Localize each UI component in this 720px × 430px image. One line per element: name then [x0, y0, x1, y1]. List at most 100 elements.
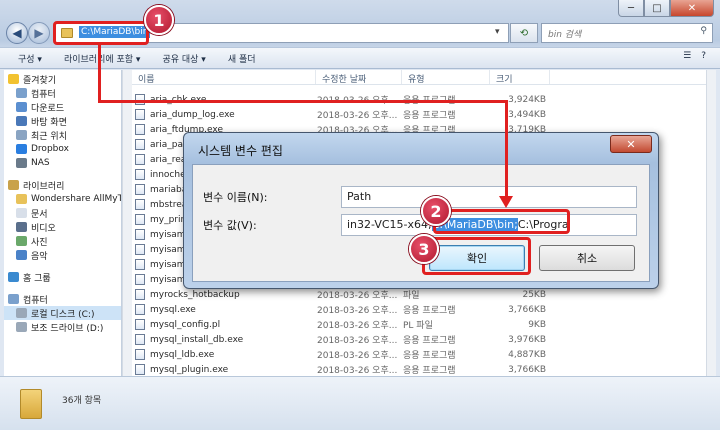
maximize-button[interactable]: □	[644, 0, 670, 17]
column-type[interactable]: 유형	[402, 70, 490, 85]
library-icon	[8, 180, 19, 190]
sidebar-favorites[interactable]: 즐겨찾기	[4, 72, 121, 86]
file-date: 2018-03-26 오후...	[317, 321, 398, 331]
navigation-pane: 즐겨찾기 컴퓨터 다운로드 바탕 화면 최근 위치 Dropbox NAS 라이…	[4, 70, 122, 376]
table-row[interactable]: mysql.exe 2018-03-26 오후... 응용 프로그램 3,766KB	[132, 302, 706, 317]
sidebar-item-desktop[interactable]: 바탕 화면	[4, 114, 121, 128]
cancel-button[interactable]: 취소	[539, 245, 635, 271]
file-name-cell: mysql_config.pl	[132, 319, 316, 330]
sidebar-item-documents[interactable]: 문서	[4, 206, 121, 220]
column-headers: 이름 수정한 날짜 유형 크기	[132, 70, 706, 85]
folder-icon	[16, 194, 27, 204]
folder-icon	[20, 389, 42, 419]
file-icon	[135, 334, 145, 345]
dialog-body: 변수 이름(N): Path 변수 값(V): in32-VC15-x64;C:…	[192, 164, 650, 282]
share-with-menu[interactable]: 공유 대상 ▾	[162, 52, 205, 65]
column-date[interactable]: 수정한 날짜	[316, 70, 402, 85]
file-size: 9KB	[528, 319, 546, 330]
help-icon[interactable]: ?	[701, 51, 706, 61]
file-size: 25KB	[522, 289, 546, 300]
file-icon	[135, 139, 145, 150]
file-icon	[135, 304, 145, 315]
table-row[interactable]: mysql_ldb.exe 2018-03-26 오후... 응용 프로그램 4,88…	[132, 347, 706, 362]
include-in-library-menu[interactable]: 라이브러리에 포함 ▾	[64, 52, 140, 65]
ok-highlight-box	[422, 237, 531, 275]
file-date: 2018-03-26 오후...	[317, 336, 398, 346]
step-badge-3: 3	[409, 234, 439, 264]
file-type: 파일	[403, 291, 420, 301]
refresh-button[interactable]: ⟲	[510, 23, 538, 43]
toolbar-right: ☰ ?	[683, 51, 706, 61]
item-count: 36개 항목	[62, 396, 102, 406]
sidebar-item-recent[interactable]: 최근 위치	[4, 128, 121, 142]
file-icon	[135, 259, 145, 270]
dialog-close-button[interactable]: ✕	[610, 135, 652, 153]
drive-icon	[16, 308, 27, 318]
sidebar-scrollbar[interactable]	[122, 70, 132, 376]
sidebar-item-drive-d[interactable]: 보조 드라이브 (D:)	[4, 320, 121, 334]
file-icon	[135, 154, 145, 165]
file-icon	[135, 169, 145, 180]
video-icon	[16, 222, 27, 232]
file-icon	[135, 109, 145, 120]
dialog-title: 시스템 변수 편집	[198, 144, 283, 158]
variable-name-field[interactable]: Path	[341, 186, 637, 208]
table-row[interactable]: mysql_install_db.exe 2018-03-26 오후... 응용 프…	[132, 332, 706, 347]
file-name-cell: mysql_install_db.exe	[132, 334, 316, 345]
nas-icon	[16, 158, 27, 168]
search-placeholder: bin 검색	[548, 30, 582, 40]
table-row[interactable]: mysql_config.pl 2018-03-26 오후... PL 파일 9KB	[132, 317, 706, 332]
file-size: 3,766KB	[508, 364, 546, 375]
homegroup-icon	[8, 272, 19, 282]
file-type: 응용 프로그램	[403, 351, 456, 361]
sidebar-homegroup[interactable]: 홈 그룹	[4, 270, 121, 284]
address-highlight-box	[53, 21, 149, 45]
table-row[interactable]: mysql_plugin.exe 2018-03-26 오후... 응용 프로그램 3…	[132, 362, 706, 377]
view-options-icon[interactable]: ☰	[683, 51, 691, 61]
file-icon	[135, 244, 145, 255]
arrow-line	[505, 100, 508, 200]
back-button[interactable]: ◀	[6, 22, 28, 44]
file-name-cell: myrocks_hotbackup	[132, 289, 316, 300]
file-name: mysql_config.pl	[150, 319, 221, 330]
file-list-scrollbar[interactable]	[706, 70, 716, 376]
file-size: 3,766KB	[508, 304, 546, 315]
column-name[interactable]: 이름	[132, 70, 316, 85]
file-date: 2018-03-26 오후...	[317, 111, 398, 121]
file-name-cell: mysql.exe	[132, 304, 316, 315]
file-icon	[135, 124, 145, 135]
window-controls: ─ □ ✕	[618, 0, 714, 17]
file-icon	[135, 214, 145, 225]
file-icon	[135, 319, 145, 330]
sidebar-item-computer[interactable]: 컴퓨터	[4, 86, 121, 100]
sidebar-computer[interactable]: 컴퓨터	[4, 292, 121, 306]
search-icon[interactable]: ⚲	[700, 26, 707, 36]
sidebar-item-dropbox[interactable]: Dropbox	[4, 142, 121, 156]
star-icon	[8, 74, 19, 84]
minimize-button[interactable]: ─	[618, 0, 644, 17]
sidebar-item-wondershare[interactable]: Wondershare AllMyTube	[4, 192, 121, 206]
table-row[interactable]: aria_dump_log.exe 2018-03-26 오후... 응용 프로그램…	[132, 107, 706, 122]
sidebar-item-videos[interactable]: 비디오	[4, 220, 121, 234]
sidebar-item-music[interactable]: 음악	[4, 248, 121, 262]
file-name-cell: mysql_ldb.exe	[132, 349, 316, 360]
file-type: 응용 프로그램	[403, 366, 456, 376]
chevron-down-icon[interactable]: ▾	[495, 27, 500, 37]
sidebar-item-drive-c[interactable]: 로컬 디스크 (C:)	[4, 306, 121, 320]
organize-menu[interactable]: 구성 ▾	[18, 52, 42, 65]
close-button[interactable]: ✕	[670, 0, 714, 17]
forward-button[interactable]: ▶	[28, 22, 50, 44]
file-name: myrocks_hotbackup	[150, 289, 240, 300]
sidebar-item-pictures[interactable]: 사진	[4, 234, 121, 248]
new-folder-button[interactable]: 새 폴더	[228, 52, 256, 65]
variable-value-label: 변수 값(V):	[203, 219, 257, 232]
file-name: aria_dump_log.exe	[150, 109, 235, 120]
table-row[interactable]: myrocks_hotbackup 2018-03-26 오후... 파일 25KB	[132, 287, 706, 302]
search-input[interactable]: bin 검색 ⚲	[541, 23, 713, 43]
sidebar-libraries[interactable]: 라이브러리	[4, 178, 121, 192]
file-icon	[135, 184, 145, 195]
file-name: mysql_plugin.exe	[150, 364, 229, 375]
sidebar-item-nas[interactable]: NAS	[4, 156, 121, 170]
file-date: 2018-03-26 오후...	[317, 306, 398, 316]
column-size[interactable]: 크기	[490, 70, 550, 85]
